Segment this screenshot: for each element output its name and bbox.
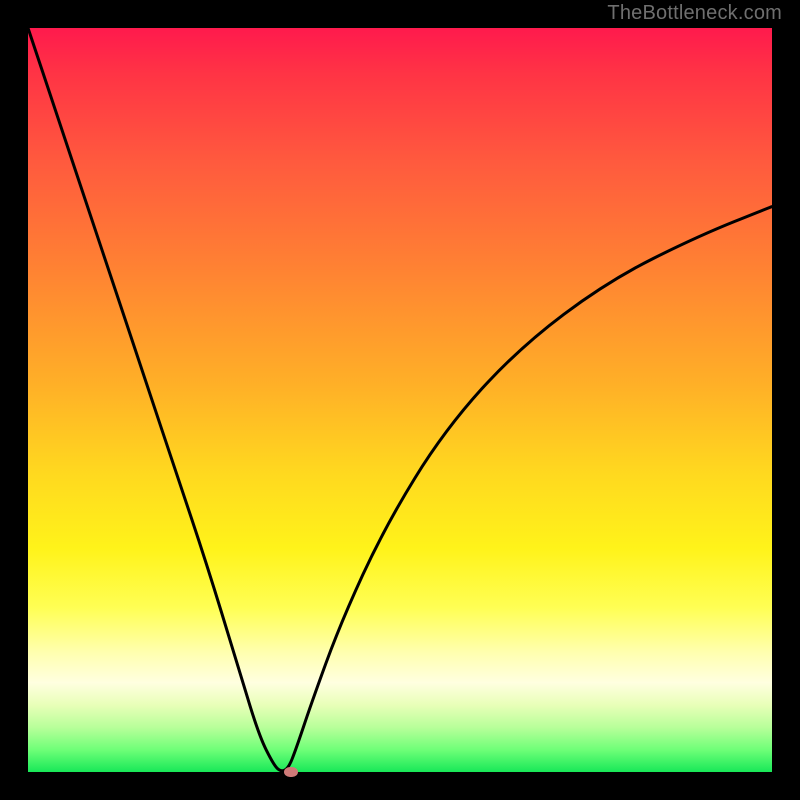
bottleneck-curve (28, 28, 772, 772)
chart-frame: TheBottleneck.com (0, 0, 800, 800)
watermark-text: TheBottleneck.com (607, 2, 782, 25)
curve-path (28, 28, 772, 771)
plot-area (28, 28, 772, 772)
minimum-marker (284, 767, 298, 777)
